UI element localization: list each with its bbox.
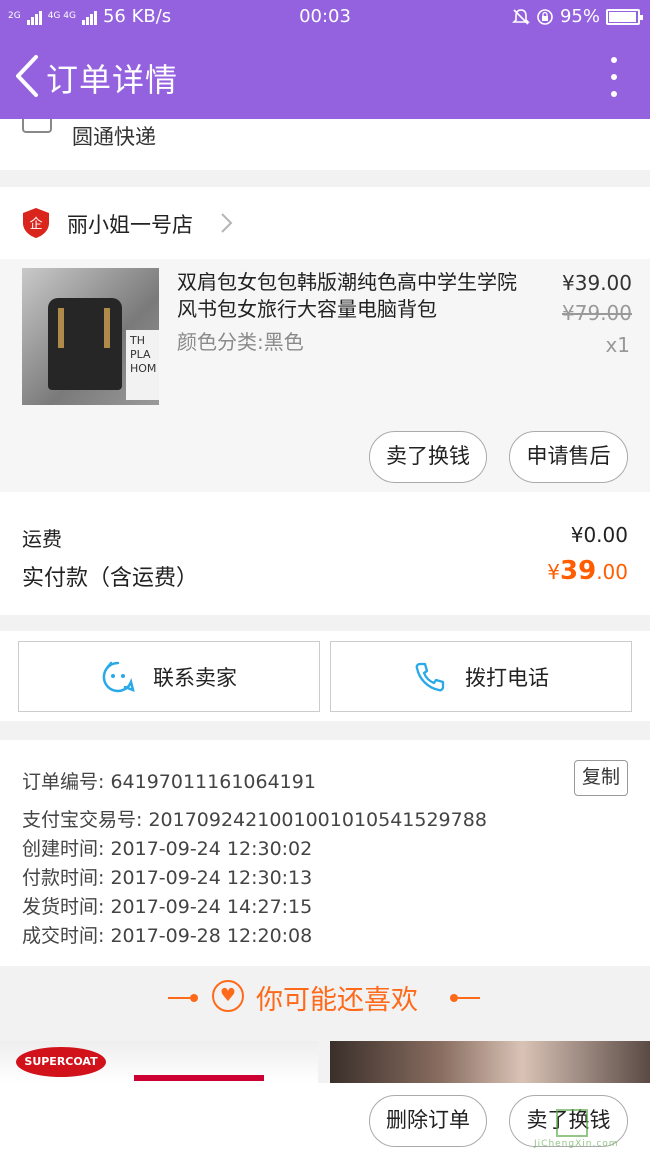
created-time: 创建时间: 2017-09-24 12:30:02 (22, 838, 313, 860)
supercoat-logo: SUPERCOAT (16, 1047, 106, 1077)
shop-badge-icon: 企 (23, 208, 49, 238)
contact-seller-button[interactable]: 联系卖家 (18, 641, 320, 712)
shipped-time: 发货时间: 2017-09-24 14:27:15 (22, 896, 313, 918)
shipping-label: 运费 (22, 527, 62, 551)
resell-button[interactable]: 卖了换钱 (369, 431, 487, 483)
chat-bubble-icon (22, 119, 52, 133)
watermark-text: JiChengXin.com (534, 1139, 619, 1149)
product-quantity: x1 (605, 333, 630, 357)
product-item[interactable]: TH PLA HOM 双肩包女包包韩版潮纯色高中学生学院风书包女旅行大容量电脑背… (0, 259, 650, 492)
paid-label: 实付款（含运费） (22, 566, 199, 591)
more-menu-icon[interactable] (608, 57, 620, 97)
completed-time: 成交时间: 2017-09-28 12:20:08 (22, 925, 313, 947)
carrier-name: 圆通快递 (72, 125, 156, 149)
battery-percent: 95% (559, 6, 600, 27)
bottom-action-bar: 删除订单 卖了换钱 JiChengXin.com (0, 1083, 650, 1155)
order-number: 订单编号: 64197011161064191 (22, 771, 316, 793)
phone-icon (415, 662, 445, 691)
recommend-header: ♥ 你可能还喜欢 (0, 966, 650, 1030)
call-button[interactable]: 拨打电话 (330, 641, 632, 712)
status-bar: 2G 4G 4G 56 KB/s 00:03 95% (0, 0, 650, 33)
chevron-right-icon (221, 213, 233, 233)
product-original-price: ¥79.00 (562, 301, 632, 325)
divider-dot (450, 994, 458, 1002)
heart-icon: ♥ (212, 980, 244, 1012)
call-label: 拨打电话 (465, 665, 549, 690)
shop-name: 丽小姐一号店 (67, 213, 193, 237)
paid-time: 付款时间: 2017-09-24 12:30:13 (22, 867, 313, 889)
divider-dot (190, 994, 198, 1002)
status-right: 95% (512, 6, 643, 27)
product-attribute: 颜色分类:黑色 (177, 330, 304, 354)
after-sale-button[interactable]: 申请售后 (509, 431, 628, 483)
rotation-lock-icon (537, 8, 553, 25)
mute-bell-icon (512, 8, 530, 25)
paid-decimal: .00 (596, 560, 628, 584)
page-title: 订单详情 (46, 61, 179, 99)
backpack-strap (58, 308, 64, 348)
thumbnail-paper-text: TH PLA HOM (126, 330, 159, 400)
delete-order-button[interactable]: 删除订单 (369, 1095, 487, 1147)
nav-bar: 订单详情 (0, 33, 650, 119)
contact-actions: 联系卖家 拨打电话 (0, 631, 650, 721)
recommend-title: 你可能还喜欢 (256, 985, 418, 1016)
fee-summary: 运费 ¥0.00 实付款（含运费） ¥39.00 (0, 492, 650, 615)
svg-text:企: 企 (29, 216, 42, 232)
order-info: 订单编号: 64197011161064191 复制 支付宝交易号: 20170… (0, 740, 650, 966)
recommend-item-2[interactable] (330, 1041, 650, 1083)
backpack-strap (104, 308, 110, 348)
shop-row[interactable]: 企 丽小姐一号店 (0, 187, 650, 259)
paid-integer: 39 (560, 556, 597, 586)
product-title: 双肩包女包包韩版潮纯色高中学生学院风书包女旅行大容量电脑背包 (177, 270, 517, 321)
shipping-value: ¥0.00 (570, 523, 628, 547)
battery-fill (609, 11, 636, 22)
alipay-trade-number: 支付宝交易号: 2017092421001001010541529788 (22, 809, 487, 831)
paid-amount: ¥39.00 (547, 556, 628, 586)
product-thumbnail[interactable]: TH PLA HOM (22, 268, 159, 405)
back-arrow-icon[interactable] (8, 51, 48, 101)
contact-seller-label: 联系卖家 (153, 665, 237, 690)
battery-icon (606, 8, 643, 25)
product-pack-image (134, 1075, 264, 1081)
logistics-section[interactable]: 圆通快递 (0, 119, 650, 170)
divider-line (458, 997, 480, 999)
paid-symbol: ¥ (547, 560, 560, 584)
watermark-logo (556, 1109, 588, 1137)
copy-button[interactable]: 复制 (574, 760, 628, 796)
recommend-item-1[interactable]: SUPERCOAT (0, 1041, 318, 1083)
divider-line (168, 997, 190, 999)
site-watermark: JiChengXin.com (534, 1109, 642, 1149)
chat-smile-icon (102, 661, 135, 692)
product-price: ¥39.00 (562, 271, 632, 295)
